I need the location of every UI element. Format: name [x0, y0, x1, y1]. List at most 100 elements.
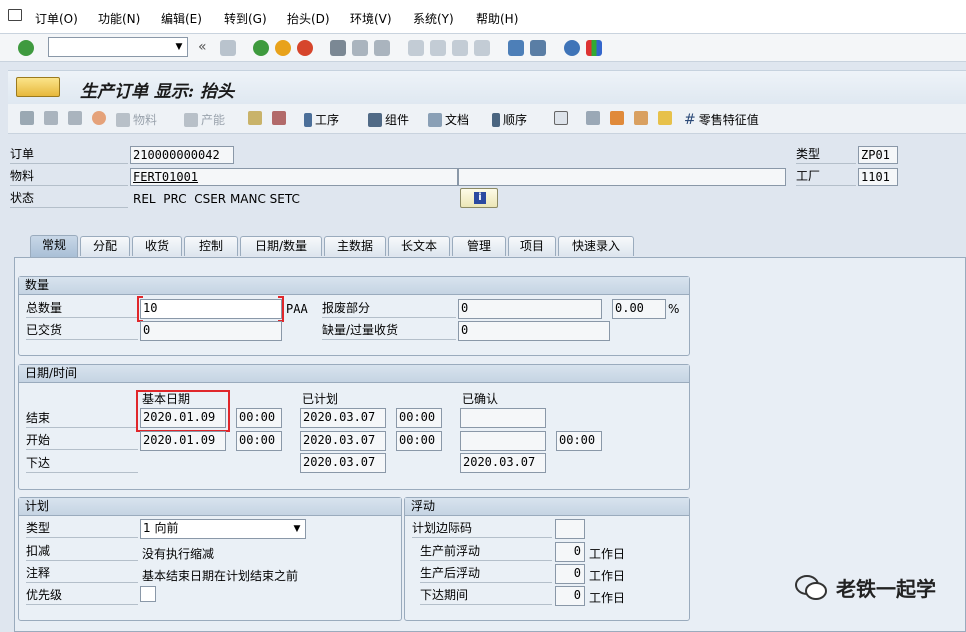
cancel-icon[interactable]: [297, 40, 313, 56]
plant-field[interactable]: 1101: [858, 168, 898, 186]
last-page-icon[interactable]: [474, 40, 490, 56]
release-period-unit: 工作日: [589, 591, 626, 605]
scheduled-start-date-field[interactable]: 2020.03.07: [300, 431, 386, 451]
flag-icon[interactable]: [20, 111, 34, 125]
tab-master-data[interactable]: 主数据: [324, 236, 386, 256]
menu-environment[interactable]: 环境(V): [350, 10, 392, 27]
menu-icon[interactable]: [8, 9, 22, 21]
tab-general[interactable]: 常规: [30, 235, 78, 257]
documents-button[interactable]: 文档: [428, 111, 469, 128]
float-after-unit: 工作日: [589, 569, 626, 583]
priority-field[interactable]: [140, 586, 156, 602]
menu-header[interactable]: 抬头(D): [287, 10, 330, 27]
edit-icon[interactable]: [44, 111, 58, 125]
material-button[interactable]: 物料: [116, 111, 157, 128]
tab-administration[interactable]: 管理: [452, 236, 506, 256]
basic-start-date-field[interactable]: 2020.01.09: [140, 431, 226, 451]
priority-label: 优先级: [26, 587, 138, 605]
menu-function[interactable]: 功能(N): [98, 10, 140, 27]
chevron-down-icon[interactable]: ▼: [289, 521, 305, 537]
short-over-field[interactable]: 0: [458, 321, 610, 341]
back-icon[interactable]: [253, 40, 269, 56]
scheduled-start-time-field[interactable]: 00:00: [396, 431, 442, 451]
basic-date-highlight: [136, 390, 230, 432]
release-period-label: 下达期间: [420, 587, 552, 605]
chevron-down-icon[interactable]: ▼: [171, 39, 187, 55]
find-icon[interactable]: [352, 40, 368, 56]
tab-control[interactable]: 控制: [184, 236, 238, 256]
confirmed-release-date-field[interactable]: 2020.03.07: [460, 453, 546, 473]
delivered-field[interactable]: 0: [140, 321, 282, 341]
margin-key-label: 计划边际码: [412, 520, 552, 538]
tab-dates-quantities[interactable]: 日期/数量: [240, 236, 322, 256]
menu-bar: 订单(O) 功能(N) 编辑(E) 转到(G) 抬头(D) 环境(V) 系统(Y…: [0, 0, 966, 34]
material-field[interactable]: FERT01001: [130, 168, 458, 186]
pie-icon[interactable]: [92, 111, 106, 125]
grid-icon[interactable]: [586, 111, 600, 125]
menu-order[interactable]: 订单(O): [35, 10, 78, 27]
material-description-field[interactable]: [458, 168, 786, 186]
confirmed-end-date-field[interactable]: [460, 408, 546, 428]
next-page-icon[interactable]: [452, 40, 468, 56]
double-chevron-left-icon[interactable]: «: [198, 39, 207, 55]
save-icon[interactable]: [220, 40, 236, 56]
layout-icon[interactable]: [586, 40, 602, 56]
tab-goods-receipt[interactable]: 收货: [132, 236, 182, 256]
tree-icon[interactable]: [610, 111, 624, 125]
new-session-icon[interactable]: [508, 40, 524, 56]
previous-page-icon[interactable]: [430, 40, 446, 56]
cube-icon[interactable]: [554, 111, 568, 125]
command-field[interactable]: ▼: [48, 37, 188, 57]
tab-quick-entry[interactable]: 快速录入: [558, 236, 634, 256]
exit-icon[interactable]: [275, 40, 291, 56]
print-icon[interactable]: [330, 40, 346, 56]
scheduled-end-time-field[interactable]: 00:00: [396, 408, 442, 428]
release-period-field[interactable]: 0: [555, 586, 585, 606]
order-field[interactable]: 210000000042: [130, 146, 234, 164]
page-title: 生产订单 显示: 抬头: [80, 82, 235, 102]
tab-assignment[interactable]: 分配: [80, 236, 130, 256]
total-quantity-label: 总数量: [26, 300, 138, 318]
shortcut-icon[interactable]: [530, 40, 546, 56]
menu-toggle-button[interactable]: [16, 77, 60, 97]
network-icon[interactable]: [634, 111, 648, 125]
menu-edit[interactable]: 编辑(E): [161, 10, 202, 27]
operations-icon: [304, 112, 312, 127]
confirmed-start-time-field[interactable]: 00:00: [556, 431, 602, 451]
color-grid-icon[interactable]: [658, 111, 672, 125]
menu-system[interactable]: 系统(Y): [413, 10, 454, 27]
output-button[interactable]: 产能: [184, 111, 225, 128]
table-icon[interactable]: [68, 111, 82, 125]
scheduled-end-date-field[interactable]: 2020.03.07: [300, 408, 386, 428]
find-next-icon[interactable]: [374, 40, 390, 56]
menu-goto[interactable]: 转到(G): [224, 10, 267, 27]
retail-char-button[interactable]: # 零售特征值: [684, 111, 759, 128]
basic-start-time-field[interactable]: 00:00: [236, 431, 282, 451]
tab-project[interactable]: 项目: [508, 236, 556, 256]
info-button[interactable]: i: [460, 188, 498, 208]
application-toolbar: 物料 产能 工序 组件 文档 顺序 # 零售特征值: [8, 104, 966, 134]
menu-help[interactable]: 帮助(H): [476, 10, 518, 27]
stack-icon[interactable]: [272, 111, 286, 125]
enter-check-icon[interactable]: [18, 40, 34, 56]
plant-label: 工厂: [796, 168, 856, 186]
scrap-percent-field[interactable]: 0.00: [612, 299, 666, 319]
float-after-field[interactable]: 0: [555, 564, 585, 584]
float-before-field[interactable]: 0: [555, 542, 585, 562]
components-button[interactable]: 组件: [368, 111, 409, 128]
tab-long-text[interactable]: 长文本: [388, 236, 450, 256]
info-icon: i: [474, 192, 486, 204]
type-field[interactable]: ZP01: [858, 146, 898, 164]
sequences-button[interactable]: 顺序: [492, 111, 527, 128]
confirmed-start-date-field[interactable]: [460, 431, 546, 451]
operations-button[interactable]: 工序: [304, 111, 339, 128]
first-page-icon[interactable]: [408, 40, 424, 56]
total-quantity-field[interactable]: 10: [140, 299, 282, 319]
hierarchy-icon[interactable]: [248, 111, 262, 125]
basic-end-time-field[interactable]: 00:00: [236, 408, 282, 428]
scrap-field[interactable]: 0: [458, 299, 602, 319]
help-icon[interactable]: [564, 40, 580, 56]
scheduling-type-select[interactable]: 1 向前 ▼: [140, 519, 306, 539]
scheduled-release-date-field[interactable]: 2020.03.07: [300, 453, 386, 473]
margin-key-field[interactable]: [555, 519, 585, 539]
